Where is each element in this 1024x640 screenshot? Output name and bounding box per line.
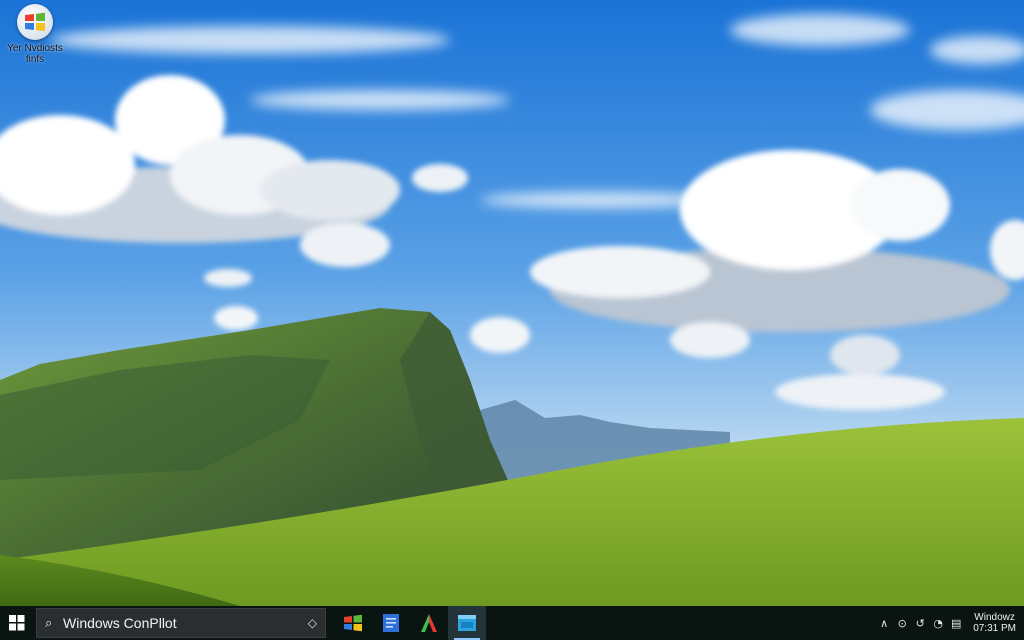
windows-start-icon	[9, 615, 25, 631]
desktop-icon-windows[interactable]: Yer Nvdiosts finfs	[4, 4, 66, 65]
taskbar: ⌕ Windows ConPllot ◇ ∧ ⊙ ↺ ◔ ▤ Windowz 0…	[0, 606, 1024, 640]
volume-icon[interactable]: ◔	[930, 617, 946, 630]
taskbar-app-windows[interactable]	[334, 606, 372, 640]
taskbar-clock[interactable]: Windowz 07:31 PM	[973, 612, 1016, 634]
notification-icon[interactable]: ▤	[948, 617, 964, 630]
search-icon: ⌕	[45, 615, 53, 631]
green-red-a-app-icon	[421, 614, 437, 632]
taskbar-app-a[interactable]	[410, 606, 448, 640]
chevron-up-icon[interactable]: ∧	[876, 617, 892, 630]
document-app-icon	[383, 614, 399, 632]
desktop-icon-label: Yer Nvdiosts finfs	[7, 43, 63, 65]
search-text: Windows ConPllot	[63, 615, 177, 631]
windows-logo-icon	[17, 4, 53, 40]
windows-flag-app-icon	[344, 614, 362, 632]
diamond-icon[interactable]: ◇	[308, 616, 317, 630]
wallpaper-landscape	[0, 0, 1024, 606]
taskbar-app-window[interactable]	[448, 606, 486, 640]
taskbar-search-box[interactable]: ⌕ Windows ConPllot ◇	[36, 608, 326, 638]
start-button[interactable]	[0, 606, 34, 640]
blue-window-app-icon	[458, 615, 476, 631]
system-tray: ∧ ⊙ ↺ ◔ ▤ Windowz 07:31 PM	[875, 606, 1024, 640]
sync-icon[interactable]: ↺	[912, 617, 928, 630]
taskbar-app-document[interactable]	[372, 606, 410, 640]
desktop: Yer Nvdiosts finfs	[0, 0, 1024, 606]
taskbar-apps	[334, 606, 486, 640]
network-icon[interactable]: ⊙	[894, 617, 910, 630]
